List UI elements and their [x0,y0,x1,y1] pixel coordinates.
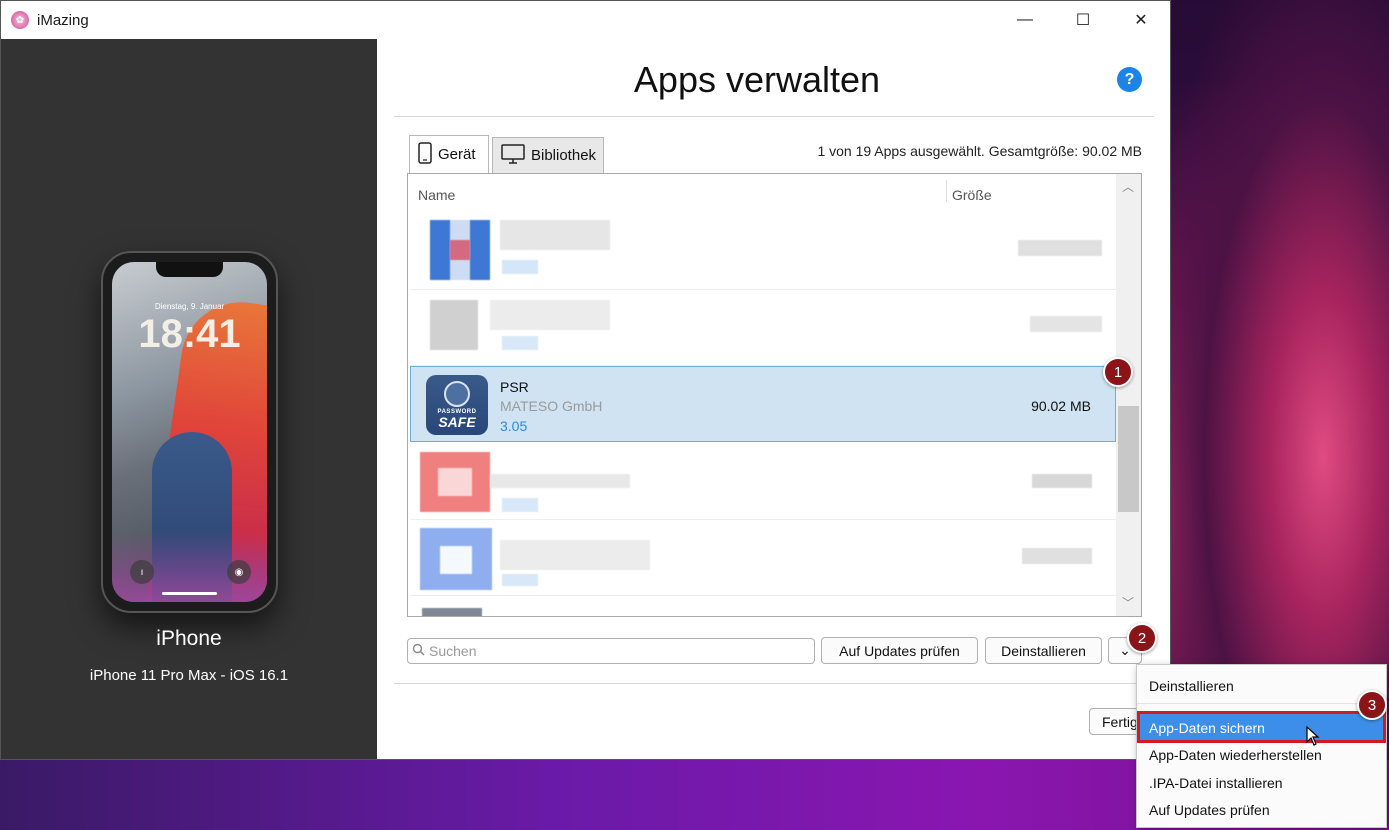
close-icon: ✕ [1134,12,1148,29]
app-icon-password-safe: PASSWORD SAFE [426,375,488,435]
window-title: iMazing [37,12,89,29]
list-item[interactable] [410,520,1116,596]
annotation-badge-1: 1 [1103,357,1133,387]
device-name: iPhone [156,627,222,650]
menu-item-check-updates[interactable]: Auf Updates prüfen [1149,802,1270,818]
menu-item-restore-app-data[interactable]: App-Daten wiederherstellen [1149,747,1322,763]
camera-icon: ◉ [227,560,251,584]
help-button[interactable]: ? [1117,67,1142,92]
divider [394,683,1154,684]
phone-icon [418,141,432,168]
iphone-image: Dienstag, 9. Januar 18:41 ı ◉ [101,251,278,613]
menu-item-install-ipa[interactable]: .IPA-Datei installieren [1149,775,1283,791]
app-list: Name Größe PASSWORD SAFE PSR MATESO GmbH… [407,173,1142,617]
column-header-size[interactable]: Größe [952,187,992,203]
lock-screen-date: Dienstag, 9. Januar [154,302,225,311]
app-size: 90.02 MB [1031,398,1091,414]
menu-item-backup-app-data[interactable]: App-Daten sichern [1149,720,1265,736]
tab-device-label: Gerät [438,146,476,163]
list-scrollbar[interactable] [1116,174,1141,616]
title-bar: ✿ iMazing — ☐ ✕ [1,1,1170,39]
lock-screen-time: 18:41 [138,312,241,356]
scroll-up-icon[interactable]: ︿ [1122,178,1134,195]
device-sidebar: Dienstag, 9. Januar 18:41 ı ◉ iPhone iPh… [1,39,377,759]
selection-summary: 1 von 19 Apps ausgewählt. Gesamtgröße: 9… [817,143,1142,159]
annotation-badge-3: 3 [1357,690,1387,720]
app-vendor: MATESO GmbH [500,398,603,414]
device-model: iPhone 11 Pro Max - iOS 16.1 [89,667,289,684]
maximize-button[interactable]: ☐ [1054,1,1112,39]
list-item[interactable] [410,290,1116,366]
tab-library-label: Bibliothek [531,147,597,164]
annotation-badge-2: 2 [1127,623,1157,653]
minimize-button[interactable]: — [996,1,1054,39]
flashlight-icon: ı [130,560,154,584]
monitor-icon [501,143,525,168]
minimize-icon: — [1017,11,1033,28]
page-title: Apps verwalten [633,59,881,100]
divider [394,116,1154,117]
app-version: 3.05 [500,418,528,434]
search-icon [412,643,425,659]
imazing-window: ✿ iMazing — ☐ ✕ Dienstag, 9. Januar 18:4… [0,0,1171,760]
main-panel: Apps verwalten ? Gerät Bibliothek 1 von … [377,39,1170,759]
uninstall-button[interactable]: Deinstallieren [985,637,1102,664]
check-updates-button[interactable]: Auf Updates prüfen [821,637,978,664]
app-name: PSR [500,379,529,395]
table-row-selected[interactable]: PASSWORD SAFE PSR MATESO GmbH 3.05 90.02… [410,366,1116,442]
column-header-name[interactable]: Name [418,187,455,203]
list-item[interactable] [410,444,1116,520]
search-placeholder: Suchen [429,643,477,659]
tab-device[interactable]: Gerät [409,135,489,173]
mouse-pointer-icon [1306,725,1320,746]
menu-item-uninstall[interactable]: Deinstallieren [1149,678,1234,694]
home-indicator [162,592,217,595]
close-button[interactable]: ✕ [1112,1,1170,39]
context-menu: Deinstallieren App-Daten sichern App-Dat… [1136,664,1387,828]
tab-library[interactable]: Bibliothek [492,137,604,173]
list-item[interactable] [410,214,1116,290]
scrollbar-thumb[interactable] [1118,406,1139,512]
search-input[interactable]: Suchen [407,638,815,664]
maximize-icon: ☐ [1075,12,1091,29]
imazing-logo-icon: ✿ [11,11,29,29]
scroll-down-icon[interactable]: ﹀ [1122,594,1134,611]
